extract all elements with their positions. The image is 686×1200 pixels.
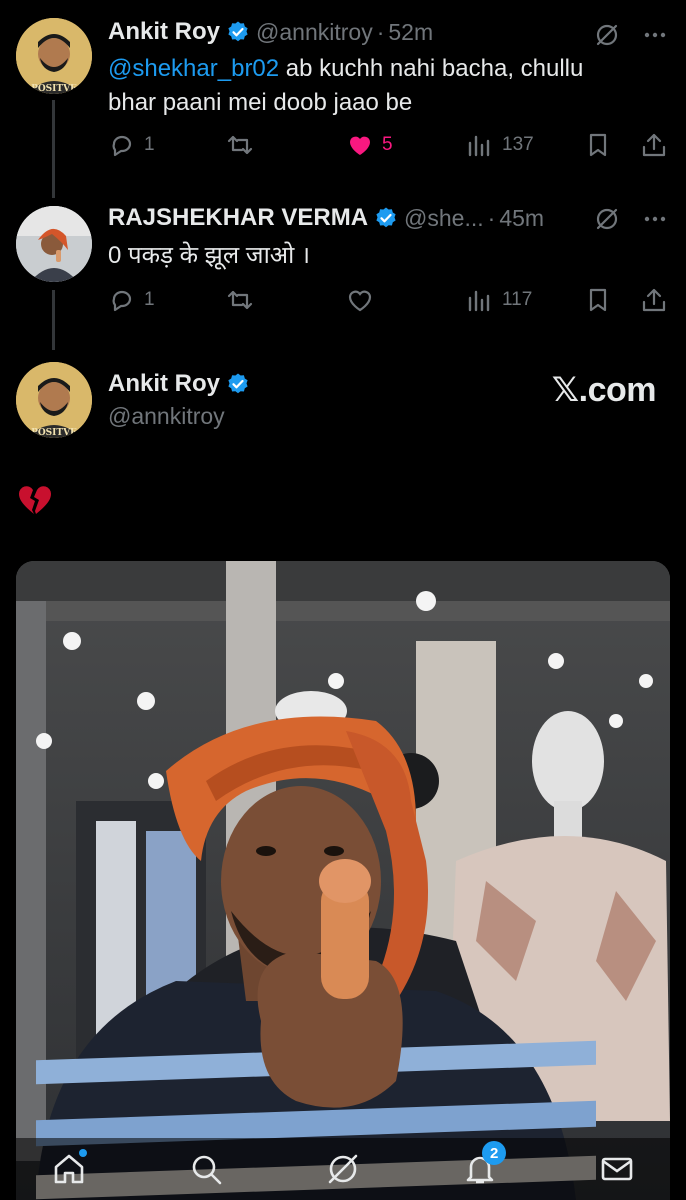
more-icon[interactable]: [642, 206, 668, 232]
bookmark-icon: [589, 133, 607, 157]
timestamp[interactable]: 52m: [388, 19, 433, 46]
verified-badge-icon: [228, 21, 248, 42]
author-handle[interactable]: @she...: [404, 205, 484, 232]
notifications-badge: 2: [482, 1141, 507, 1165]
retweet-icon: [227, 290, 253, 310]
share-button[interactable]: [640, 286, 668, 314]
views-icon: [468, 135, 490, 157]
like-button[interactable]: 5: [346, 131, 393, 159]
separator-dot: ·: [487, 204, 496, 231]
heart-icon: [350, 136, 370, 155]
author-handle[interactable]: @annkitroy: [256, 19, 373, 46]
share-button[interactable]: [640, 131, 668, 159]
avatar[interactable]: [16, 206, 92, 282]
retweet-icon: [227, 135, 253, 155]
bottom-nav: 2: [0, 1138, 686, 1200]
svg-text:POSITVE: POSITVE: [31, 428, 77, 438]
author-name[interactable]: Ankit Roy: [108, 370, 220, 398]
bookmark-button[interactable]: [584, 131, 612, 159]
nav-home[interactable]: [47, 1147, 91, 1191]
nav-search[interactable]: [184, 1147, 228, 1191]
broken-heart-emoji: [18, 486, 52, 514]
thread-line: [52, 290, 55, 350]
tweet-text: @shekhar_br02 ab kuchh nahi bacha, chull…: [108, 55, 584, 116]
separator-dot: ·: [376, 18, 385, 45]
author-name[interactable]: Ankit Roy: [108, 18, 220, 46]
nav-notifications[interactable]: 2: [458, 1141, 507, 1191]
search-icon: [192, 1155, 222, 1185]
mention-link[interactable]: @shekhar_br02: [108, 55, 279, 82]
avatar[interactable]: POSITVE: [16, 18, 92, 94]
tweet-text: 0 पकड़ के झूल जाओ ।: [108, 242, 311, 269]
heart-icon: [348, 290, 372, 312]
svg-text:POSITVE: POSITVE: [31, 84, 77, 94]
tweet-photo[interactable]: [16, 561, 670, 1200]
more-icon[interactable]: [642, 22, 668, 48]
retweet-button[interactable]: [226, 286, 254, 314]
bookmark-icon: [589, 288, 607, 312]
reply-icon: [112, 135, 132, 157]
views-button[interactable]: 117: [466, 286, 532, 314]
tweet-actions: 1 117: [108, 286, 668, 318]
xcom-watermark: 𝕏.com: [551, 371, 657, 409]
grok-icon: [328, 1154, 358, 1184]
views-button[interactable]: 137: [466, 131, 534, 159]
reply-button[interactable]: 1: [108, 286, 155, 314]
grok-icon[interactable]: [594, 206, 620, 232]
reply-icon: [112, 290, 132, 312]
author-handle[interactable]: @annkitroy: [108, 403, 225, 430]
share-icon: [642, 288, 666, 312]
nav-grok[interactable]: [321, 1147, 365, 1191]
messages-icon: [602, 1157, 633, 1181]
bookmark-button[interactable]: [584, 286, 612, 314]
verified-badge-icon: [376, 207, 396, 228]
new-posts-indicator: [78, 1149, 87, 1157]
retweet-button[interactable]: [226, 131, 254, 159]
author-name[interactable]: RAJSHEKHAR VERMA: [108, 204, 368, 232]
thread-line: [52, 100, 55, 198]
timestamp[interactable]: 45m: [499, 205, 544, 232]
tweet-actions: 1 5 137: [108, 131, 668, 163]
reply-button[interactable]: 1: [108, 131, 155, 159]
views-icon: [468, 290, 490, 312]
avatar[interactable]: POSITVE: [16, 362, 92, 438]
share-icon: [642, 133, 666, 157]
verified-badge-icon: [228, 373, 248, 394]
like-button[interactable]: [346, 286, 374, 314]
grok-icon[interactable]: [594, 22, 620, 48]
nav-messages[interactable]: [595, 1147, 639, 1191]
